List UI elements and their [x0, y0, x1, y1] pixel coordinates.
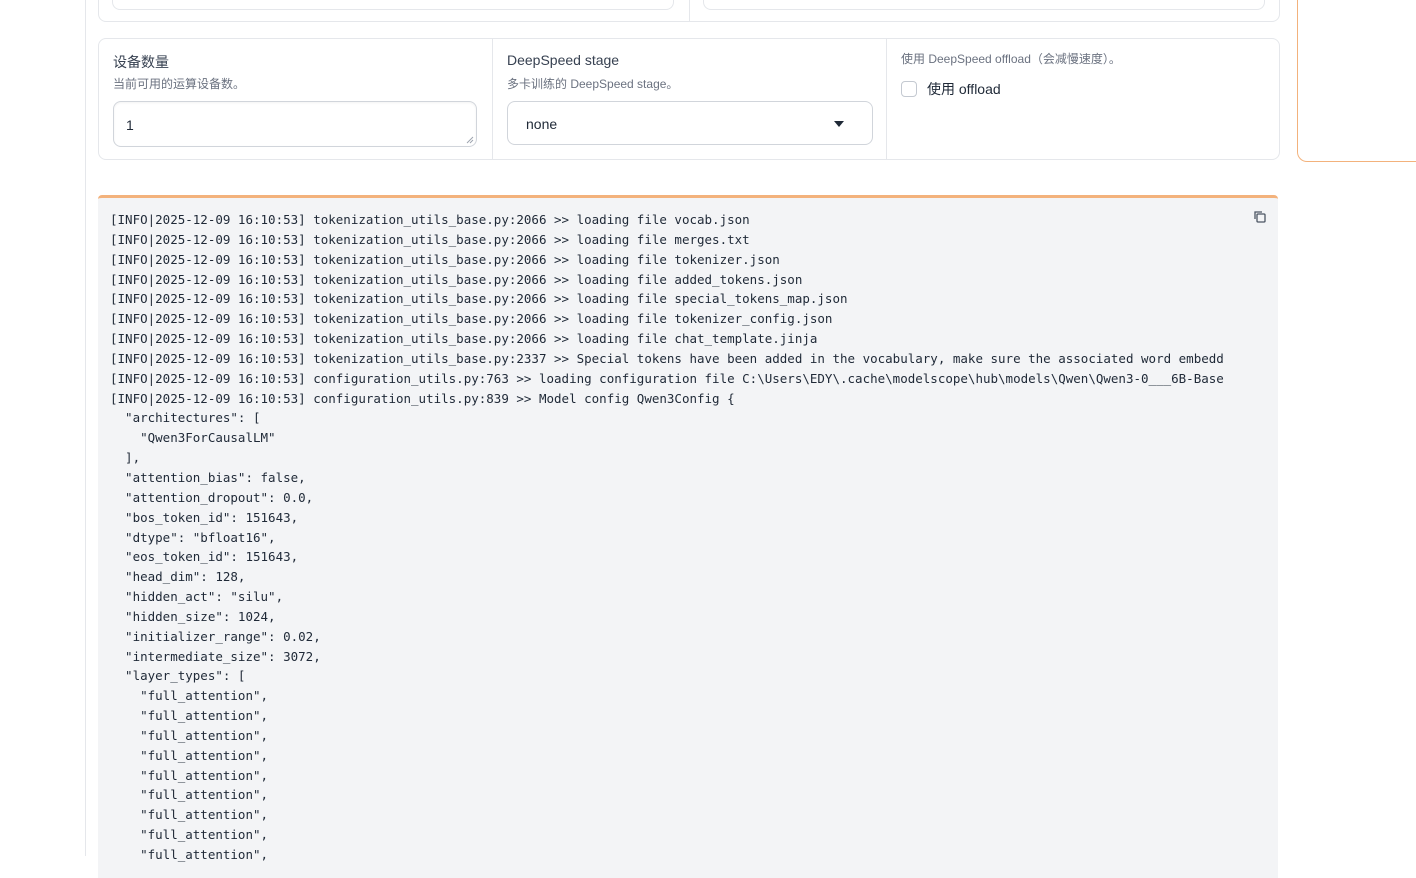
- offload-block: 使用 DeepSpeed offload（会减慢速度）。 使用 offload: [887, 39, 1279, 159]
- offload-checkbox[interactable]: [901, 81, 917, 97]
- distributed-settings-row: 设备数量 当前可用的运算设备数。 1 DeepSpeed stage 多卡训练的…: [98, 38, 1280, 160]
- copy-icon[interactable]: [1252, 209, 1268, 225]
- deepspeed-stage-value: none: [526, 116, 558, 132]
- deepspeed-stage-info: 多卡训练的 DeepSpeed stage。: [507, 77, 679, 91]
- offload-checkbox-row[interactable]: 使用 offload: [901, 79, 1001, 99]
- deepspeed-stage-label: DeepSpeed stage: [507, 52, 620, 68]
- top-row-right-cell: [689, 0, 1279, 21]
- log-text: [INFO|2025-12-09 16:10:53] tokenization_…: [110, 212, 1224, 862]
- device-count-label: 设备数量: [113, 54, 169, 70]
- top-left-input[interactable]: [112, 0, 674, 10]
- deepspeed-stage-dropdown[interactable]: none: [507, 101, 873, 145]
- device-count-info: 当前可用的运算设备数。: [113, 77, 246, 91]
- top-right-input[interactable]: [703, 0, 1265, 10]
- side-panel: [1297, 0, 1416, 162]
- chevron-down-icon: [834, 121, 844, 127]
- deepspeed-stage-block: DeepSpeed stage 多卡训练的 DeepSpeed stage。 n…: [493, 39, 887, 159]
- offload-info: 使用 DeepSpeed offload（会减慢速度）。: [901, 52, 1121, 66]
- device-count-input[interactable]: 1: [113, 101, 477, 147]
- offload-checkbox-label: 使用 offload: [927, 81, 1001, 97]
- page-left-divider: [85, 0, 86, 856]
- top-settings-row: [98, 0, 1280, 22]
- resize-grip-icon[interactable]: [466, 136, 474, 144]
- device-count-value: 1: [126, 117, 134, 133]
- device-count-block: 设备数量 当前可用的运算设备数。 1: [99, 39, 493, 159]
- log-output-panel: [INFO|2025-12-09 16:10:53] tokenization_…: [98, 195, 1278, 878]
- top-row-left-cell: [99, 0, 690, 21]
